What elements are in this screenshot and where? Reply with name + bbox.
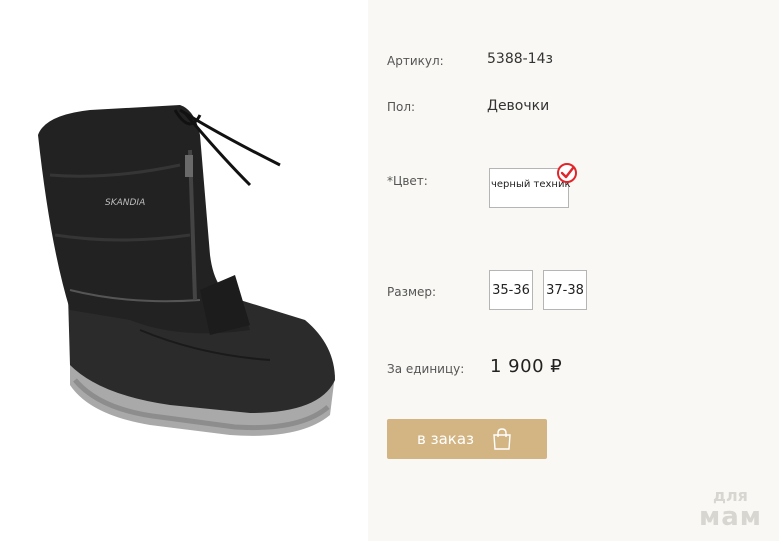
check-circle-icon (557, 163, 577, 183)
color-label: *Цвет: (387, 174, 428, 188)
sku-value: 5388-14з (487, 51, 553, 67)
gender-label: Пол: (387, 100, 416, 114)
product-image-panel: SKANDIA (0, 0, 368, 541)
watermark-line-2: мам (698, 502, 763, 532)
size-option-35-36[interactable]: 35-36 (489, 270, 533, 310)
size-option-label: 37-38 (546, 282, 584, 298)
boot-product-image: SKANDIA (38, 105, 335, 436)
price-value: 1 900 ₽ (490, 356, 563, 377)
add-to-order-button[interactable]: в заказ (387, 419, 547, 459)
size-label: Размер: (387, 285, 437, 299)
boot-logo: SKANDIA (105, 198, 145, 208)
shopping-bag-icon (493, 428, 511, 450)
size-option-37-38[interactable]: 37-38 (543, 270, 587, 310)
gender-value: Девочки (487, 98, 550, 114)
sku-label: Артикул: (387, 54, 444, 68)
size-option-label: 35-36 (492, 282, 530, 298)
order-button-label: в заказ (417, 430, 475, 448)
site-watermark: для мам (693, 488, 768, 532)
price-label: За единицу: (387, 362, 465, 376)
